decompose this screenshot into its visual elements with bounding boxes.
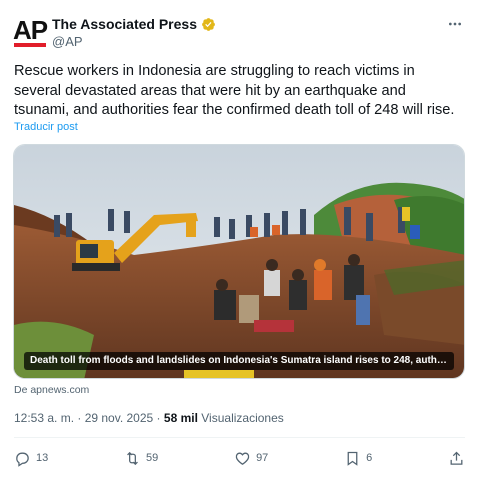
display-name[interactable]: The Associated Press	[52, 16, 197, 32]
timestamp[interactable]: 12:53 a. m. · 29 nov. 2025	[14, 411, 153, 425]
verified-badge-icon	[202, 17, 215, 31]
reply-button[interactable]: 13	[14, 450, 48, 467]
like-icon	[235, 452, 250, 465]
views-count: 58 mil	[163, 411, 198, 425]
card-source[interactable]: De apnews.com	[14, 384, 89, 396]
repost-button[interactable]: 59	[124, 450, 158, 467]
repost-count: 59	[146, 452, 159, 464]
action-bar: 13 59 97 6	[14, 448, 465, 468]
ap-logo-bar	[14, 42, 46, 47]
card-caption: Death toll from floods and landslides on…	[24, 352, 454, 370]
share-icon	[450, 451, 463, 465]
divider	[14, 437, 465, 438]
bookmark-count: 6	[366, 452, 373, 464]
author-name-row: The Associated Press	[52, 16, 216, 32]
translate-link[interactable]: Traducir post	[14, 121, 78, 133]
like-button[interactable]: 97	[234, 450, 268, 467]
landslide-photo	[14, 145, 464, 378]
ap-logo-text: AP	[12, 14, 48, 45]
handle[interactable]: @AP	[52, 34, 83, 49]
avatar[interactable]: AP	[12, 14, 48, 50]
bookmark-icon	[347, 451, 358, 466]
post-text: Rescue workers in Indonesia are struggli…	[14, 63, 455, 118]
link-card-image[interactable]: Death toll from floods and landslides on…	[13, 144, 465, 379]
share-button[interactable]	[448, 450, 465, 467]
meta-separator: ·	[156, 411, 164, 425]
post-meta: 12:53 a. m. · 29 nov. 2025 · 58 mil Visu…	[14, 411, 284, 425]
repost-icon	[127, 451, 138, 465]
reply-icon	[16, 452, 29, 467]
bookmark-button[interactable]: 6	[344, 450, 372, 467]
like-count: 97	[256, 452, 269, 464]
views-label: Visualizaciones	[201, 411, 284, 425]
more-icon[interactable]	[445, 14, 465, 34]
reply-count: 13	[36, 452, 49, 464]
